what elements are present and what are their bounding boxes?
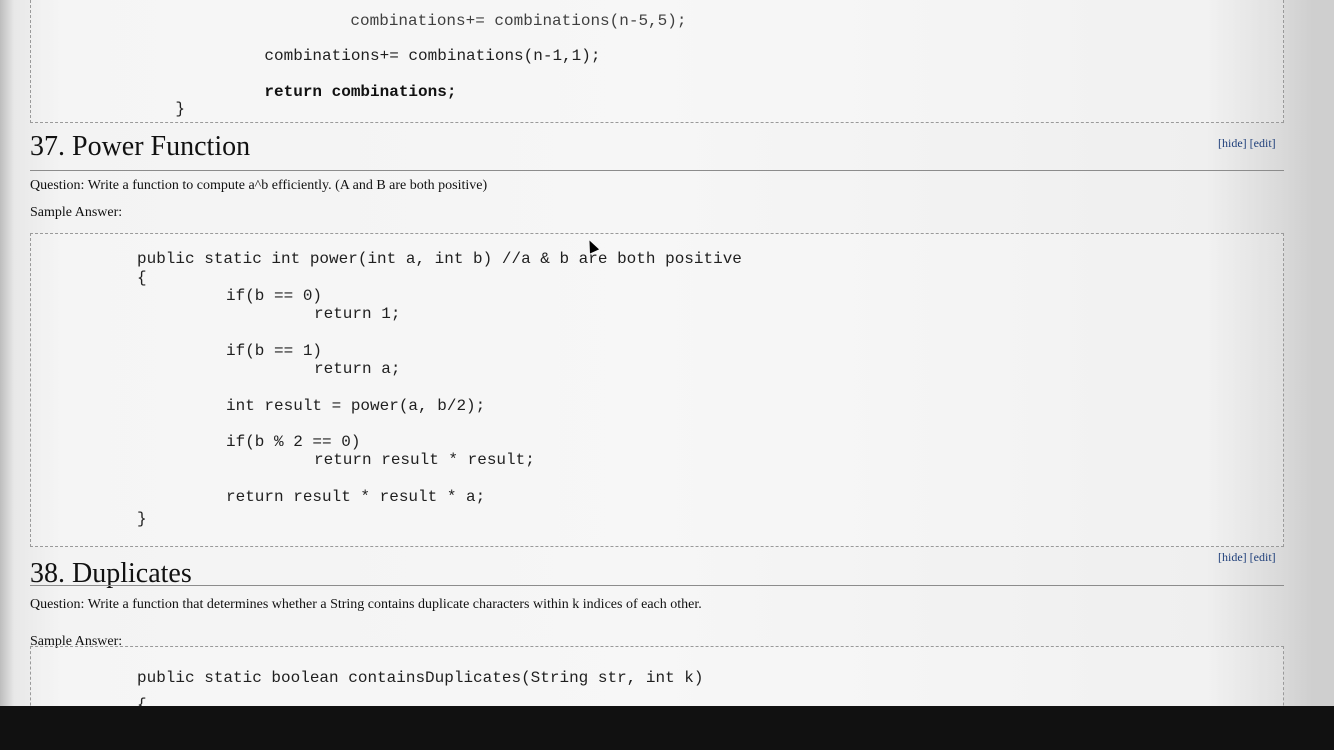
monitor-bezel [0, 706, 1334, 750]
hide-link[interactable]: [hide] [1218, 550, 1247, 564]
code-line: return combinations; [226, 65, 456, 119]
question-text: Question: Write a function to compute a^… [30, 178, 488, 193]
code-line: if(b == 1) [226, 342, 323, 360]
code-signature: public static int power(int a, int b) //… [137, 250, 742, 268]
code-line: return result * result; [314, 451, 535, 469]
section-title: 37. Power Function [30, 131, 251, 162]
code-line: return result * result * a; [226, 488, 486, 506]
code-line: return 1; [314, 305, 401, 323]
code-line: int result = power(a, b/2); [226, 397, 486, 415]
code-line: } [137, 82, 185, 136]
monitor-bezel [1312, 0, 1334, 706]
code-block-37 [30, 233, 1284, 547]
code-text: combinations+= combinations(n-5,5); [350, 12, 687, 30]
code-line: return a; [314, 360, 401, 378]
question-text: Question: Write a function that determin… [30, 597, 702, 612]
code-line: { [137, 696, 147, 706]
code-text: return combinations; [264, 83, 457, 101]
section-edit-links: [hide] [edit] [1218, 136, 1276, 151]
edit-link[interactable]: [edit] [1250, 550, 1276, 564]
sample-answer-label: Sample Answer: [30, 205, 123, 220]
code-line: if(b % 2 == 0) [226, 433, 361, 451]
edit-link[interactable]: [edit] [1250, 136, 1276, 150]
code-text: } [175, 100, 186, 118]
section-edit-links: [hide] [edit] [1218, 550, 1276, 565]
section-divider [30, 170, 1284, 171]
hide-link[interactable]: [hide] [1218, 136, 1247, 150]
code-line: if(b == 0) [226, 287, 323, 305]
code-line: { [137, 269, 147, 287]
code-line: } [137, 510, 147, 528]
browser-screen: combinations+= combinations(n-5,5); comb… [0, 0, 1312, 706]
code-signature: public static boolean containsDuplicates… [137, 669, 704, 687]
section-divider [30, 585, 1284, 586]
code-text: combinations+= combinations(n-1,1); [264, 47, 601, 65]
